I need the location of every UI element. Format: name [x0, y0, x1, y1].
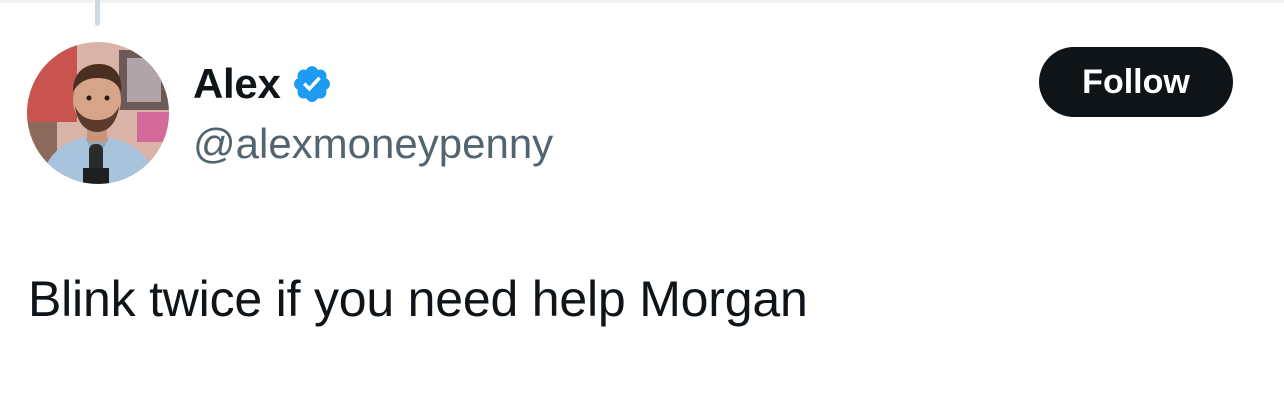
verified-badge-icon[interactable]	[291, 63, 333, 105]
top-divider	[0, 0, 1284, 3]
author-display-name[interactable]: Alex	[193, 58, 281, 110]
avatar-photo	[27, 42, 169, 184]
author-handle[interactable]: @alexmoneypenny	[193, 118, 553, 170]
follow-button[interactable]: Follow	[1039, 47, 1233, 117]
tweet-text: Blink twice if you need help Morgan	[28, 271, 808, 327]
thread-connector-line	[95, 0, 100, 26]
author-name-row: Alex	[193, 58, 333, 110]
avatar[interactable]	[27, 42, 169, 184]
